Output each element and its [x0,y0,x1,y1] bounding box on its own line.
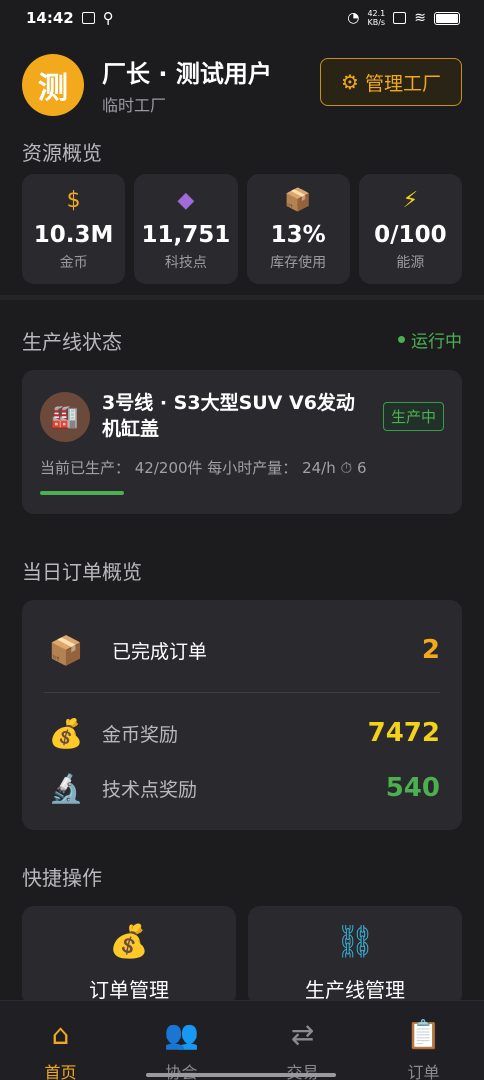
tab-orders[interactable]: 📋 订单 [363,1001,484,1080]
resource-value: 11,751 [141,222,231,248]
battery-icon [434,11,460,25]
quick-action-label: 订单管理 [89,978,169,1002]
section-divider [0,295,484,300]
running-status-label: 运行中 [411,332,462,352]
quick-action-label: 生产线管理 [305,978,405,1002]
completed-orders-value: 2 [421,635,440,665]
factory-subtitle: 临时工厂 [102,96,167,115]
chain-icon: ⛓ [334,922,376,960]
microscope-icon: 🔬 [48,771,84,805]
tab-label: 首页 [44,1063,77,1080]
sim-icon [393,12,407,24]
money-bag-icon: 💰 [109,922,149,960]
tech-reward-label: 技术点奖励 [102,778,198,801]
gear-icon: ⚙ [341,70,359,94]
tab-trade[interactable]: ⇄ 交易 [242,1001,363,1080]
status-time: 14:42 [26,9,74,27]
completed-orders-label: 已完成订单 [112,640,208,663]
resource-value: 13% [270,222,326,248]
page-title: 厂长 · 测试用户 [102,60,272,88]
box-icon: 📦 [284,188,312,213]
wifi-icon: ≋ [414,10,426,26]
line-stats: 当前已生产： 42/200件 每小时产量： 24/h ⏱ 6 [40,459,367,477]
production-line-management-button[interactable]: ⛓ 生产线管理 [248,906,462,1006]
clipboard-icon: 📋 [406,1018,441,1051]
dollar-icon: $ [66,188,81,213]
manage-factory-button[interactable]: ⚙ 管理工厂 [320,58,462,106]
resource-label: 科技点 [164,255,207,271]
tab-home[interactable]: ⌂ 首页 [0,1001,121,1080]
speed-icon: ◔ [347,10,360,26]
resource-value: 10.3M [33,222,114,248]
status-badge: 生产中 [382,402,444,431]
home-icon: ⌂ [51,1018,70,1051]
avatar[interactable]: 测 [22,54,84,116]
resource-card-tech[interactable]: ◆ 11,751 科技点 [134,174,238,284]
bottom-tab-bar: ⌂ 首页 👥 协会 ⇄ 交易 📋 订单 [0,1000,484,1080]
profile-header: 测 厂长 · 测试用户 临时工厂 ⚙ 管理工厂 [22,50,462,120]
orders-summary-card[interactable]: 📦 已完成订单 2 💰 金币奖励 7472 🔬 技术点奖励 540 [22,600,462,830]
resource-label: 能源 [396,255,425,271]
status-dot-icon [398,336,405,343]
resources-section-title: 资源概览 [22,141,102,165]
home-indicator[interactable] [146,1073,336,1077]
gold-reward-label: 金币奖励 [102,723,179,746]
resource-label: 库存使用 [270,255,327,271]
completed-orders-row: 📦 已完成订单 2 [44,626,440,674]
lightning-icon: ⚡ [402,188,419,213]
mail-icon [81,12,95,24]
status-bar: 14:42 ⚲ ◔ 42.1 KB/s ≋ [0,0,484,36]
production-line-card[interactable]: 🏭 3号线 · S3大型SUV V6发动机缸盖 生产中 当前已生产： 42/20… [22,370,462,514]
manage-factory-label: 管理工厂 [364,72,441,95]
tab-label: 订单 [407,1063,440,1080]
tab-association[interactable]: 👥 协会 [121,1001,242,1080]
diamond-icon: ◆ [177,188,195,213]
quick-actions-row: 💰 订单管理 ⛓ 生产线管理 [22,906,462,1006]
line-name: 3号线 · S3大型SUV V6发动机缸盖 [102,392,355,440]
factory-thumbnail-icon: 🏭 [40,392,90,442]
orders-section-title: 当日订单概览 [22,560,142,584]
divider [44,692,440,693]
line-progress-fill [40,491,124,495]
resources-row: $ 10.3M 金币 ◆ 11,751 科技点 📦 13% 库存使用 ⚡ 0/1… [22,174,462,284]
tech-reward-row: 🔬 技术点奖励 540 [44,765,440,811]
production-section-title: 生产线状态 [22,330,122,354]
package-icon: 📦 [48,633,84,667]
people-icon: 👥 [164,1018,199,1051]
resource-card-energy[interactable]: ⚡ 0/100 能源 [358,174,462,284]
usb-icon: ⚲ [102,9,114,27]
gold-reward-row: 💰 金币奖励 7472 [44,710,440,756]
resource-card-gold[interactable]: $ 10.3M 金币 [22,174,126,284]
resource-card-storage[interactable]: 📦 13% 库存使用 [246,174,350,284]
net-speed: 42.1 KB/s [367,9,386,27]
quick-section-title: 快捷操作 [22,866,102,890]
resource-value: 0/100 [374,222,447,248]
resource-label: 金币 [59,255,88,271]
gold-reward-value: 7472 [367,718,440,748]
line-progress-bar [40,491,440,495]
order-management-button[interactable]: 💰 订单管理 [22,906,236,1006]
tech-reward-value: 540 [385,773,440,803]
exchange-icon: ⇄ [290,1018,315,1051]
money-bag-icon: 💰 [48,716,84,750]
running-status: 运行中 [398,327,462,352]
